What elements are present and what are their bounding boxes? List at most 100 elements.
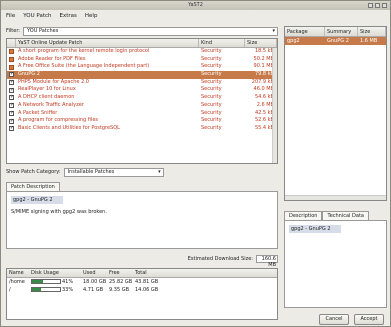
package-table: Package Summary Size gpg2 GnuPG 2 1.6 MB bbox=[284, 26, 387, 201]
accept-button[interactable]: Accept bbox=[354, 314, 384, 325]
status-checkbox[interactable] bbox=[9, 64, 14, 70]
table-row[interactable]: gpg2 GnuPG 2 1.6 MB bbox=[285, 37, 386, 45]
chevron-down-icon: ▾ bbox=[158, 168, 161, 175]
table-row: / 33% 4.71 GB 9.35 GB 14.06 GB bbox=[7, 286, 277, 294]
col-patch[interactable]: YaST Online Update Patch bbox=[16, 39, 199, 47]
patch-kind: Security bbox=[201, 86, 222, 93]
status-checkbox[interactable] bbox=[9, 79, 14, 87]
package-name: gpg2 bbox=[287, 38, 300, 44]
status-cell[interactable] bbox=[7, 79, 16, 87]
table-row[interactable]: A Packet SnifferSecurity42.5 kB bbox=[7, 110, 277, 118]
cancel-button[interactable]: Cancel bbox=[319, 314, 349, 325]
col-name[interactable]: Name bbox=[7, 269, 29, 277]
menu-extras[interactable]: Extras bbox=[60, 11, 77, 21]
patch-name: A Free Office Suite (the Language Indepe… bbox=[18, 63, 150, 70]
menu-file[interactable]: File bbox=[6, 11, 15, 21]
col-disk-usage[interactable]: Disk Usage bbox=[29, 269, 81, 277]
patch-description-panel: gpg2 - GnuPG 2 S/MIME signing with gpg2 … bbox=[6, 191, 278, 249]
table-row[interactable]: A Network Traffic AnalyzerSecurity2.6 MB bbox=[7, 102, 277, 110]
patch-name: A program for compressing files bbox=[18, 117, 99, 124]
disk-used: 4.71 GB bbox=[83, 287, 104, 293]
status-cell[interactable] bbox=[7, 94, 16, 102]
maximize-icon[interactable] bbox=[375, 3, 380, 8]
filter-value: YOU Patches bbox=[26, 27, 59, 34]
patch-name: RealPlayer 10 for Linux bbox=[18, 86, 76, 93]
disk-name: / bbox=[9, 287, 11, 293]
status-cell[interactable] bbox=[7, 86, 16, 94]
filter-label: Filter: bbox=[6, 28, 20, 34]
disk-name: /home bbox=[9, 279, 25, 285]
dialog-buttons: Cancel Accept bbox=[319, 314, 384, 325]
package-size: 1.6 MB bbox=[360, 38, 378, 44]
disk-usage: 41% bbox=[29, 278, 81, 286]
menu-help[interactable]: Help bbox=[85, 11, 98, 21]
status-cell[interactable] bbox=[7, 63, 16, 71]
table-row[interactable]: Basic Clients and Utilities for PostgreS… bbox=[7, 125, 277, 133]
patch-kind: Security bbox=[201, 71, 222, 78]
patch-name: A Network Traffic Analyzer bbox=[18, 101, 84, 108]
col-summary[interactable]: Summary bbox=[325, 27, 358, 36]
yast-window: YaST2 File YOU Patch Extras Help Filter:… bbox=[0, 0, 391, 327]
horizontal-scrollbar[interactable] bbox=[285, 195, 386, 200]
close-icon[interactable] bbox=[382, 3, 387, 8]
disk-free: 9.35 GB bbox=[109, 287, 130, 293]
table-row[interactable]: RealPlayer 10 for LinuxSecurity46.0 MB bbox=[7, 86, 277, 94]
patch-table: YaST Online Update Patch Kind Size A sho… bbox=[6, 38, 278, 164]
window-controls bbox=[368, 3, 387, 8]
patch-name: A Packet Sniffer bbox=[18, 109, 58, 116]
status-cell[interactable] bbox=[7, 56, 16, 64]
status-checkbox[interactable] bbox=[9, 118, 14, 125]
menu-you-patch[interactable]: YOU Patch bbox=[23, 11, 51, 21]
status-cell[interactable] bbox=[7, 102, 16, 110]
patch-name: A DHCP client daemon bbox=[18, 94, 75, 101]
table-row[interactable]: A DHCP client daemonSecurity54.6 kB bbox=[7, 94, 277, 102]
disk-usage: 33% bbox=[29, 286, 81, 294]
description-heading: gpg2 - GnuPG 2 bbox=[11, 196, 63, 204]
filter-select[interactable]: YOU Patches ▾ bbox=[22, 26, 278, 36]
disk-free: 25.82 GB bbox=[109, 279, 133, 285]
window-title: YaST2 bbox=[188, 2, 203, 8]
package-description-panel: gpg2 - GnuPG 2 bbox=[284, 220, 387, 308]
table-row[interactable]: A program for compressing filesSecurity5… bbox=[7, 117, 277, 125]
col-status[interactable] bbox=[7, 39, 16, 47]
status-checkbox[interactable] bbox=[9, 125, 14, 133]
chevron-down-icon: ▾ bbox=[272, 27, 275, 34]
status-checkbox[interactable] bbox=[9, 87, 14, 94]
col-size[interactable]: Size bbox=[358, 27, 386, 36]
table-row[interactable]: PHP5 Module for Apache 2.0Security207.9 … bbox=[7, 79, 277, 87]
col-kind[interactable]: Kind bbox=[199, 39, 245, 47]
status-checkbox[interactable] bbox=[9, 49, 14, 55]
table-row[interactable]: A short program for the kernel remote lo… bbox=[7, 48, 277, 56]
description-text: S/MIME signing with gpg2 was broken. bbox=[11, 209, 107, 215]
usage-bar bbox=[31, 279, 61, 284]
usage-percent: 41% bbox=[62, 279, 74, 285]
table-row[interactable]: GnuPG 2Security79.8 kB bbox=[7, 71, 277, 79]
status-cell[interactable] bbox=[7, 117, 16, 125]
col-size[interactable]: Size bbox=[245, 39, 277, 47]
status-checkbox[interactable] bbox=[9, 71, 14, 79]
download-value: 160.6 MB bbox=[256, 254, 278, 268]
patch-name: PHP5 Module for Apache 2.0 bbox=[18, 78, 89, 85]
status-cell[interactable] bbox=[7, 125, 16, 133]
minimize-icon[interactable] bbox=[368, 3, 373, 8]
status-checkbox[interactable] bbox=[9, 110, 14, 118]
col-used[interactable]: Used bbox=[81, 269, 107, 277]
table-row[interactable]: A Free Office Suite (the Language Indepe… bbox=[7, 63, 277, 71]
status-cell[interactable] bbox=[7, 110, 16, 118]
category-select[interactable]: Installable Patches ▾ bbox=[63, 167, 164, 177]
patch-kind: Security bbox=[201, 94, 222, 101]
category-row: Show Patch Category: Installable Patches… bbox=[6, 167, 278, 177]
status-checkbox[interactable] bbox=[9, 57, 14, 63]
package-description-heading: gpg2 - GnuPG 2 bbox=[289, 225, 341, 233]
status-cell[interactable] bbox=[7, 48, 16, 56]
vertical-scrollbar[interactable] bbox=[272, 48, 277, 163]
col-total[interactable]: Total bbox=[133, 269, 159, 277]
status-cell[interactable] bbox=[7, 71, 16, 79]
col-free[interactable]: Free bbox=[107, 269, 133, 277]
col-package[interactable]: Package bbox=[285, 27, 325, 36]
table-row[interactable]: Adobe Reader for PDF Files Security 50.2 M… bbox=[7, 56, 277, 64]
usage-fill bbox=[32, 280, 43, 283]
package-table-header: Package Summary Size bbox=[285, 27, 386, 37]
status-checkbox[interactable] bbox=[9, 94, 14, 102]
status-checkbox[interactable] bbox=[9, 102, 14, 110]
